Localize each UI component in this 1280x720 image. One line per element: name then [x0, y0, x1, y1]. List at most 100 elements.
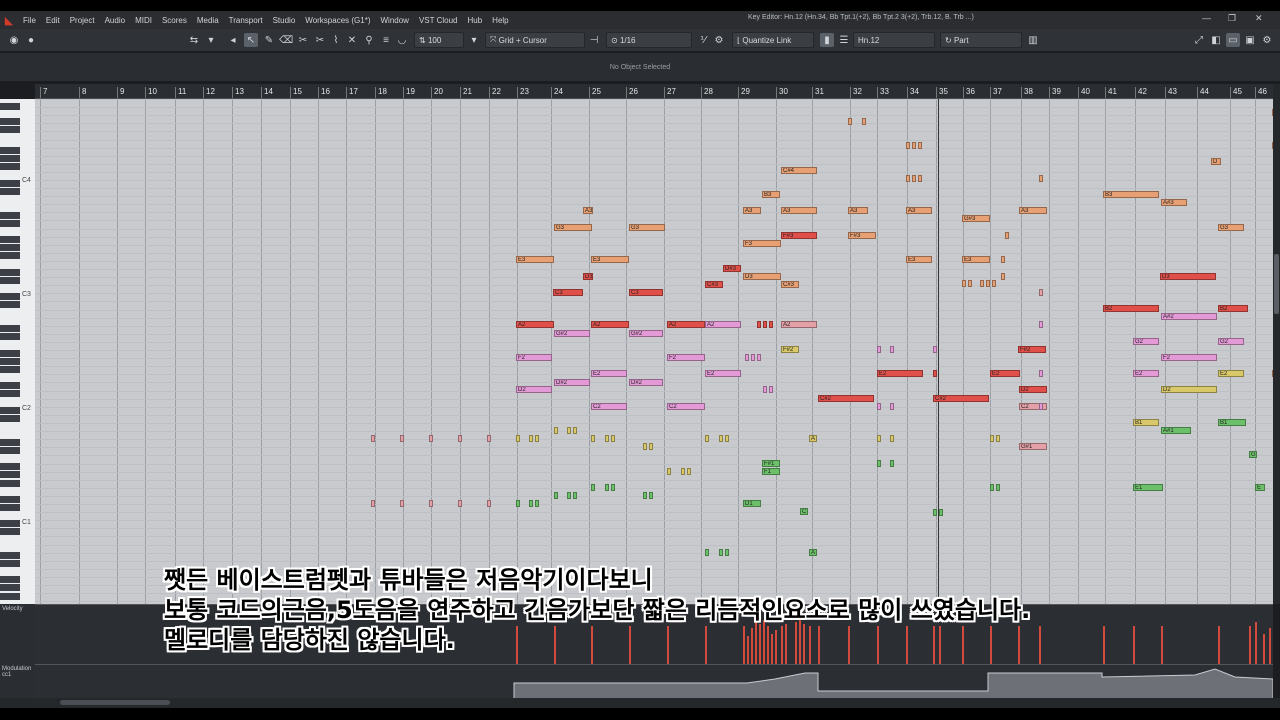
- midi-note[interactable]: G: [1249, 451, 1257, 458]
- midi-note[interactable]: C#3: [781, 281, 799, 288]
- menu-hub[interactable]: Hub: [462, 16, 487, 25]
- midi-note[interactable]: [371, 500, 375, 507]
- black-key[interactable]: [0, 277, 20, 284]
- maximize-icon[interactable]: ❐: [1228, 13, 1236, 24]
- midi-note[interactable]: F#2: [781, 346, 799, 353]
- midi-note[interactable]: C2: [591, 403, 627, 410]
- black-key[interactable]: [0, 118, 20, 125]
- settings-gear-icon[interactable]: ⚙: [1260, 33, 1274, 47]
- ruler-bar-46[interactable]: 46: [1255, 87, 1267, 98]
- midi-note[interactable]: B2: [1218, 305, 1248, 312]
- midi-note[interactable]: E2: [990, 370, 1020, 377]
- black-key[interactable]: [0, 390, 20, 397]
- midi-note[interactable]: C#2: [933, 395, 989, 402]
- midi-note[interactable]: A: [809, 549, 817, 556]
- ruler-bar-35[interactable]: 35: [936, 87, 948, 98]
- menu-workspaces[interactable]: Workspaces (G1*): [300, 16, 375, 25]
- ruler-bar-21[interactable]: 21: [460, 87, 472, 98]
- black-key[interactable]: [0, 560, 20, 567]
- black-key[interactable]: [0, 252, 20, 259]
- midi-note[interactable]: [667, 468, 671, 475]
- midi-note[interactable]: G#2: [629, 330, 663, 337]
- draw-tool-icon[interactable]: ✎: [262, 33, 276, 47]
- lower-zone-toggle-icon[interactable]: ▣: [1243, 33, 1257, 47]
- midi-note[interactable]: [458, 435, 462, 442]
- project-cursor[interactable]: [938, 99, 939, 604]
- ruler-bar-23[interactable]: 23: [517, 87, 529, 98]
- curve-tool-icon[interactable]: ◡: [395, 33, 409, 47]
- midi-note[interactable]: [877, 346, 881, 353]
- vertical-scrollbar[interactable]: [1273, 84, 1280, 604]
- midi-note[interactable]: B1: [1218, 419, 1246, 426]
- midi-note[interactable]: D3: [1160, 273, 1216, 280]
- midi-note[interactable]: E3: [906, 256, 932, 263]
- minimize-icon[interactable]: —: [1202, 13, 1211, 23]
- menu-edit[interactable]: Edit: [41, 16, 65, 25]
- close-icon[interactable]: ✕: [1255, 13, 1263, 24]
- midi-note[interactable]: [1001, 273, 1005, 280]
- horizontal-scrollbar[interactable]: [0, 698, 1280, 708]
- ruler-bar-28[interactable]: 28: [701, 87, 713, 98]
- midi-note[interactable]: [567, 492, 571, 499]
- bar-ruler[interactable]: 7 8 9 10 11 12 13 14 15 16 17 18 19 20 21 22 23 24 25 26 27 2…: [35, 84, 1273, 99]
- midi-note[interactable]: B2: [1103, 305, 1159, 312]
- midi-note[interactable]: D: [1211, 158, 1221, 165]
- midi-note[interactable]: B3: [1103, 191, 1159, 198]
- midi-note[interactable]: [890, 435, 894, 442]
- midi-note[interactable]: G2: [1133, 338, 1159, 345]
- midi-note[interactable]: [611, 435, 615, 442]
- menu-window[interactable]: Window: [375, 16, 413, 25]
- mute-tool-icon[interactable]: ✕: [345, 33, 359, 47]
- erase-tool-icon[interactable]: ⌫: [279, 33, 293, 47]
- midi-note[interactable]: E2: [877, 370, 923, 377]
- black-key[interactable]: [0, 382, 20, 389]
- black-key[interactable]: [0, 220, 20, 227]
- midi-note[interactable]: A3: [848, 207, 868, 214]
- midi-note[interactable]: E3: [591, 256, 629, 263]
- black-key[interactable]: [0, 528, 20, 535]
- midi-note[interactable]: [1005, 232, 1009, 239]
- midi-note[interactable]: C: [800, 508, 808, 515]
- black-key[interactable]: [0, 333, 20, 340]
- ruler-bar-11[interactable]: 11: [175, 87, 186, 98]
- midi-note[interactable]: [643, 492, 647, 499]
- line-tool-icon[interactable]: ≡: [379, 33, 393, 47]
- midi-note[interactable]: [719, 549, 723, 556]
- midi-note[interactable]: [611, 484, 615, 491]
- tool-preset-icon[interactable]: ⇆: [187, 33, 201, 47]
- ruler-bar-12[interactable]: 12: [203, 87, 215, 98]
- show-part-borders-icon[interactable]: ▮: [820, 33, 834, 47]
- inspector-toggle-icon[interactable]: ◧: [1209, 33, 1223, 47]
- velocity-bar[interactable]: [1249, 626, 1251, 664]
- midi-note[interactable]: [877, 460, 881, 467]
- ruler-bar-7[interactable]: 7: [40, 87, 47, 98]
- black-key[interactable]: [0, 147, 20, 154]
- black-key[interactable]: [0, 496, 20, 503]
- black-key[interactable]: [0, 212, 20, 219]
- midi-note[interactable]: [996, 435, 1000, 442]
- midi-note[interactable]: [400, 435, 404, 442]
- velocity-bar[interactable]: [1263, 634, 1265, 664]
- ruler-bar-33[interactable]: 33: [877, 87, 889, 98]
- midi-note[interactable]: A2: [591, 321, 629, 328]
- part-list-select[interactable]: Hn.12: [853, 32, 935, 48]
- ruler-bar-44[interactable]: 44: [1197, 87, 1209, 98]
- midi-note[interactable]: C3: [629, 289, 663, 296]
- vertical-scroll-thumb[interactable]: [1274, 254, 1279, 314]
- midi-note[interactable]: D2: [1019, 386, 1047, 393]
- midi-note[interactable]: [1039, 403, 1043, 410]
- piano-keyboard[interactable]: C4 C3 C2 C1: [0, 99, 35, 604]
- menu-project[interactable]: Project: [65, 16, 100, 25]
- black-key[interactable]: [0, 584, 20, 591]
- midi-note[interactable]: C#3: [705, 281, 723, 288]
- black-key[interactable]: [0, 415, 20, 422]
- midi-note[interactable]: [990, 435, 994, 442]
- modulation-lane[interactable]: [35, 664, 1274, 700]
- velocity-lane-label[interactable]: Velocity: [0, 604, 35, 664]
- midi-note[interactable]: F2: [667, 354, 705, 361]
- trim-tool-icon[interactable]: ✂: [296, 33, 310, 47]
- ruler-bar-37[interactable]: 37: [990, 87, 1002, 98]
- ruler-bar-8[interactable]: 8: [79, 87, 86, 98]
- midi-note[interactable]: C#2: [818, 395, 874, 402]
- midi-note[interactable]: [573, 427, 577, 434]
